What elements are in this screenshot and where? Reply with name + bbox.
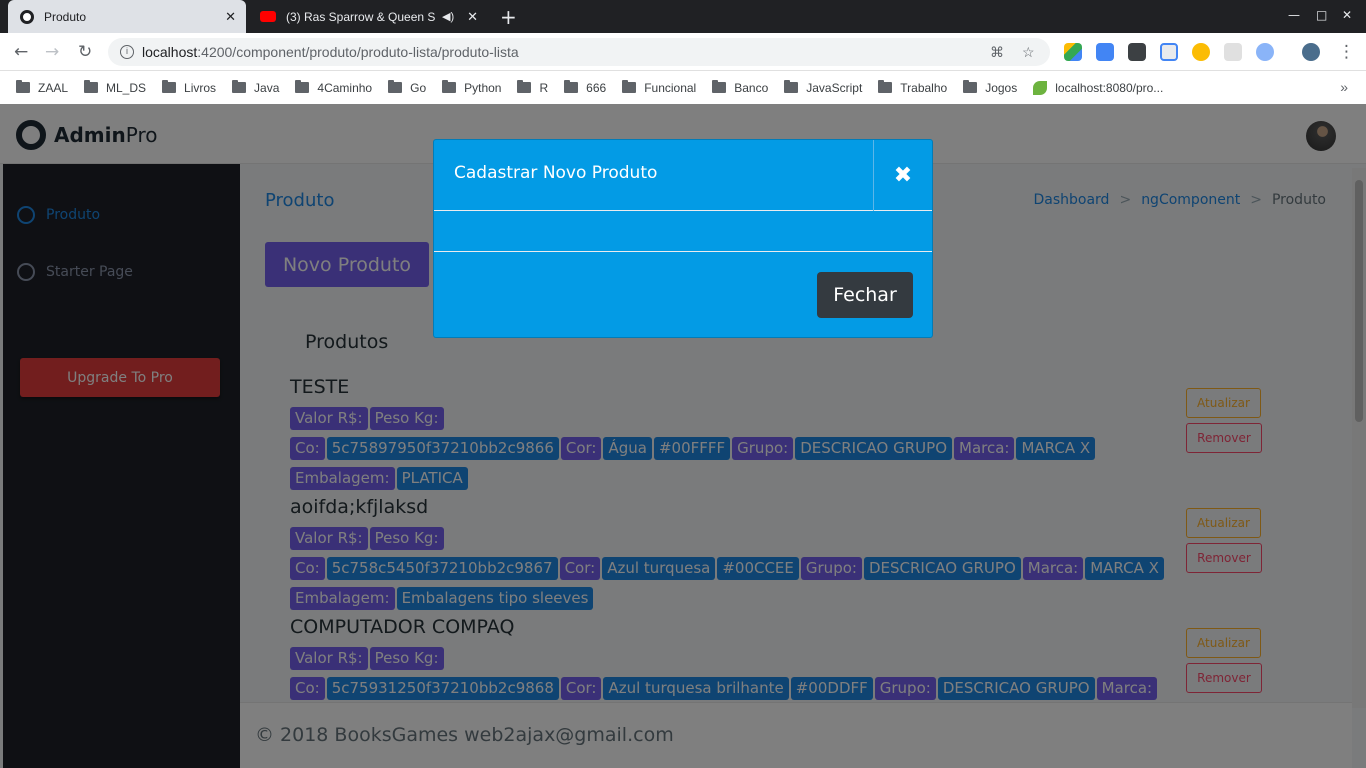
bookmark-folder[interactable]: 4Caminho (295, 80, 373, 95)
address-bar[interactable]: i localhost:4200/component/produto/produ… (108, 38, 1050, 66)
folder-icon (564, 80, 579, 93)
bookmark-label: Go (410, 80, 427, 95)
bookmark-folder[interactable]: Jogos (963, 80, 1018, 95)
extension-icon[interactable] (1256, 43, 1274, 61)
folder-icon (784, 80, 799, 93)
bookmark-folder[interactable]: Banco (712, 80, 769, 95)
bookmark-label: localhost:8080/pro... (1055, 80, 1164, 95)
folder-icon (84, 80, 99, 93)
bookmark-label: Funcional (644, 80, 697, 95)
folder-icon (517, 80, 532, 93)
folder-icon (295, 80, 310, 93)
cadastrar-produto-modal: Cadastrar Novo Produto ✖ Fechar (433, 139, 933, 338)
fechar-button[interactable]: Fechar (817, 272, 913, 318)
forward-icon[interactable]: → (45, 42, 59, 62)
chat-icon[interactable] (1128, 43, 1146, 61)
bookmark-folder[interactable]: Go (388, 80, 427, 95)
folder-icon (232, 80, 247, 93)
bookmark-label: Banco (734, 80, 769, 95)
folder-icon (878, 80, 893, 93)
extension-icon[interactable] (1160, 43, 1178, 61)
translate-icon[interactable]: ⌘ (990, 44, 1004, 61)
drive-icon[interactable] (1064, 43, 1082, 61)
reload-icon[interactable]: ↻ (78, 42, 92, 62)
close-icon[interactable]: ✖ (873, 140, 932, 211)
folder-icon (388, 80, 403, 93)
extension-icon[interactable] (1224, 43, 1242, 61)
bookmark-label: Python (464, 80, 502, 95)
bookmark-label: Java (254, 80, 280, 95)
bookmark-folder[interactable]: JavaScript (784, 80, 863, 95)
tab-close-icon[interactable]: ✕ (225, 9, 236, 25)
spring-leaf-icon (1033, 80, 1048, 95)
bookmark-label: Jogos (985, 80, 1018, 95)
browser-chrome: Produto ✕ (3) Ras Sparrow & Queen Sp ◀) … (0, 0, 1366, 104)
tab-strip: Produto ✕ (3) Ras Sparrow & Queen Sp ◀) … (0, 0, 1366, 33)
bookmark-folder[interactable]: Java (232, 80, 280, 95)
minimize-icon[interactable]: — (1288, 8, 1300, 22)
night-icon[interactable] (1192, 43, 1210, 61)
modal-header: Cadastrar Novo Produto ✖ (434, 140, 932, 211)
bookmark-folder[interactable]: ZAAL (16, 80, 69, 95)
bookmark-folder[interactable]: Python (442, 80, 502, 95)
bookmark-folder[interactable]: Trabalho (878, 80, 948, 95)
modal-body (434, 211, 932, 252)
new-tab-icon[interactable]: + (500, 5, 517, 29)
folder-icon (622, 80, 637, 93)
bookmark-label: JavaScript (806, 80, 863, 95)
folder-icon (963, 80, 978, 93)
youtube-favicon-icon (260, 11, 276, 22)
bookmark-folder[interactable]: Funcional (622, 80, 697, 95)
bookmark-label: ML_DS (106, 80, 147, 95)
bookmark-folder[interactable]: Livros (162, 80, 217, 95)
profile-avatar[interactable] (1302, 43, 1320, 61)
tab-title: (3) Ras Sparrow & Queen Sp (286, 9, 436, 24)
bookmark-link[interactable]: localhost:8080/pro... (1033, 80, 1164, 95)
bookmarks-bar: ZAAL ML_DS Livros Java 4Caminho Go Pytho… (0, 71, 1366, 104)
folder-icon (712, 80, 727, 93)
info-icon[interactable]: i (120, 45, 134, 59)
maximize-icon[interactable]: □ (1316, 8, 1327, 22)
tab-title: Produto (44, 9, 87, 24)
bookmark-label: 666 (586, 80, 607, 95)
bookmark-label: Trabalho (900, 80, 948, 95)
bookmark-folder[interactable]: 666 (564, 80, 607, 95)
bookmark-label: R (539, 80, 549, 95)
toolbar: ← → ↻ i localhost:4200/component/produto… (0, 33, 1366, 71)
menu-icon[interactable]: ⋮ (1338, 42, 1355, 62)
bookmark-folder[interactable]: R (517, 80, 549, 95)
modal-title: Cadastrar Novo Produto (454, 163, 658, 183)
folder-icon (162, 80, 177, 93)
bookmark-folder[interactable]: ML_DS (84, 80, 147, 95)
bookmark-star-icon[interactable]: ☆ (1022, 44, 1035, 61)
window-close-icon[interactable]: ✕ (1342, 8, 1352, 22)
url-host: localhost (142, 44, 198, 60)
app-favicon-icon (20, 9, 34, 24)
tab-youtube[interactable]: (3) Ras Sparrow & Queen Sp ◀) ✕ (250, 0, 488, 33)
translate-ext-icon[interactable] (1096, 43, 1114, 61)
back-icon[interactable]: ← (14, 42, 28, 62)
url-path: :4200/component/produto/produto-lista/pr… (197, 44, 519, 60)
bookmark-label: Livros (184, 80, 217, 95)
bookmark-label: ZAAL (38, 80, 69, 95)
more-bookmarks-icon[interactable]: » (1340, 79, 1348, 95)
folder-icon (16, 80, 30, 93)
speaker-icon[interactable]: ◀) (442, 10, 454, 23)
tab-close-icon[interactable]: ✕ (467, 9, 478, 25)
bookmark-label: 4Caminho (317, 80, 373, 95)
tab-produto[interactable]: Produto ✕ (8, 0, 246, 33)
folder-icon (442, 80, 457, 93)
